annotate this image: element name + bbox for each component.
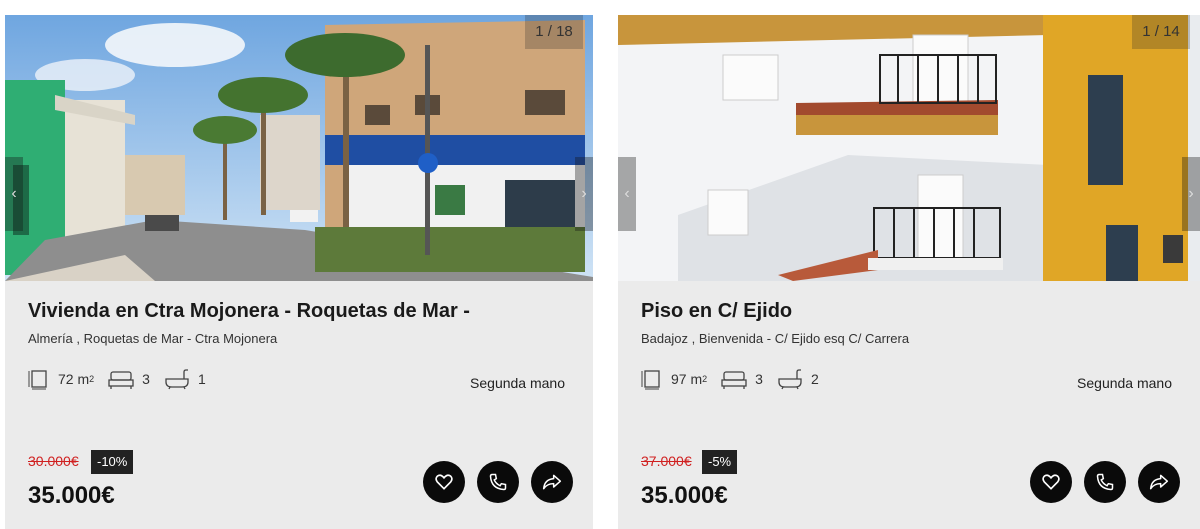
phone-icon: [489, 473, 507, 491]
area-value: 97: [671, 371, 687, 387]
favorite-button[interactable]: [423, 461, 465, 503]
area-unit: m: [690, 371, 703, 387]
bed-icon: [108, 371, 134, 389]
bed-icon: [721, 371, 747, 389]
share-button[interactable]: [531, 461, 573, 503]
heart-icon: [435, 474, 453, 490]
bathtub-icon: [778, 369, 802, 390]
bathrooms-value: 1: [197, 371, 206, 387]
condition-label: Segunda mano: [1077, 375, 1172, 391]
listing-features: 72 m2 3 1: [28, 367, 220, 391]
building-facade-photo: [618, 15, 1200, 281]
property-card[interactable]: 1 / 14 ‹ › Piso en C/ Ejido Badajoz , Bi…: [618, 15, 1200, 529]
heart-icon: [1042, 474, 1060, 490]
bedrooms-value: 3: [142, 371, 150, 387]
area-feature: 72 m2: [28, 368, 94, 390]
current-price: 35.000€: [28, 482, 115, 509]
bathrooms-feature: 2: [777, 368, 819, 390]
area-unit: m: [77, 371, 90, 387]
listing-features: 97 m2 3 2: [641, 367, 833, 391]
favorite-button[interactable]: [1030, 461, 1072, 503]
share-arrow-icon: [1149, 474, 1169, 490]
area-unit-sup: 2: [702, 374, 708, 384]
old-price: 30.000€: [28, 453, 79, 469]
discount-badge: -5%: [702, 450, 738, 474]
old-price: 37.000€: [641, 453, 692, 469]
next-photo-button[interactable]: ›: [575, 157, 593, 231]
listing-location: Badajoz , Bienvenida - C/ Ejido esq C/ C…: [641, 331, 910, 346]
card-actions: [411, 461, 573, 503]
bedrooms-feature: 3: [721, 368, 763, 390]
bathtub-icon: [165, 369, 189, 390]
bathrooms-feature: 1: [164, 368, 206, 390]
photo-counter: 1 / 18: [525, 15, 583, 49]
floor-plan-icon: [28, 370, 47, 390]
listing-title[interactable]: Vivienda en Ctra Mojonera - Roquetas de …: [28, 300, 470, 323]
next-photo-button[interactable]: ›: [1182, 157, 1200, 231]
chevron-right-icon: ›: [1188, 185, 1194, 202]
bedrooms-feature: 3: [108, 368, 150, 390]
area-value: 72: [58, 371, 74, 387]
prev-photo-button[interactable]: ‹: [5, 157, 23, 231]
property-photo[interactable]: 1 / 14 ‹ ›: [618, 15, 1200, 281]
chevron-right-icon: ›: [581, 185, 587, 202]
condition-label: Segunda mano: [470, 375, 565, 391]
chevron-left-icon: ‹: [11, 185, 17, 202]
share-arrow-icon: [542, 474, 562, 490]
card-actions: [1018, 461, 1180, 503]
bathrooms-value: 2: [810, 371, 819, 387]
photo-counter: 1 / 14: [1132, 15, 1190, 49]
share-button[interactable]: [1138, 461, 1180, 503]
listing-title[interactable]: Piso en C/ Ejido: [641, 300, 792, 323]
property-photo[interactable]: 1 / 18 ‹ ›: [5, 15, 593, 281]
floor-plan-icon: [641, 370, 660, 390]
chevron-left-icon: ‹: [624, 185, 630, 202]
discount-badge: -10%: [91, 450, 134, 474]
street-photo: [5, 15, 593, 281]
bedrooms-value: 3: [755, 371, 763, 387]
area-feature: 97 m2: [641, 368, 707, 390]
call-button[interactable]: [1084, 461, 1126, 503]
phone-icon: [1096, 473, 1114, 491]
property-card[interactable]: 1 / 18 ‹ › Vivienda en Ctra Mojonera - R…: [5, 15, 593, 529]
call-button[interactable]: [477, 461, 519, 503]
prev-photo-button[interactable]: ‹: [618, 157, 636, 231]
area-unit-sup: 2: [89, 374, 95, 384]
listing-location: Almería , Roquetas de Mar - Ctra Mojoner…: [28, 331, 278, 346]
current-price: 35.000€: [641, 482, 728, 509]
